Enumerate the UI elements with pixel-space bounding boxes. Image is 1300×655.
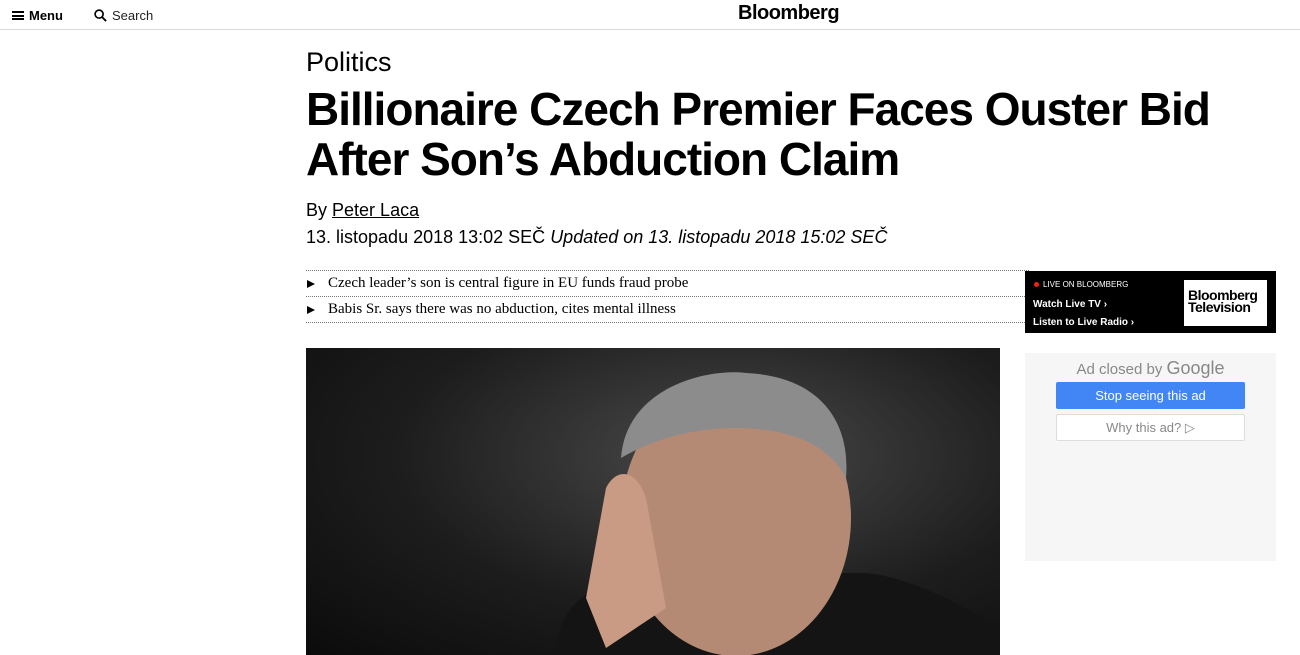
ad-closed-notice: Ad closed by Google: [1076, 358, 1225, 378]
author-link[interactable]: Peter Laca: [332, 200, 419, 220]
top-navigation-bar: Menu Search Bloomberg: [0, 0, 1300, 30]
summary-bullet-text: Czech leader’s son is central figure in …: [328, 275, 689, 291]
search-icon: [94, 9, 107, 22]
search-label: Search: [112, 8, 154, 23]
live-dot-icon: [1034, 282, 1039, 287]
lead-photo: [306, 348, 1000, 655]
menu-label: Menu: [29, 8, 63, 23]
ad-slot: Ad closed by Google Stop seeing this ad …: [1025, 353, 1276, 561]
hamburger-icon: [12, 11, 24, 20]
bullet-triangle-icon: [307, 279, 315, 288]
dateline: 13. listopadu 2018 13:02 SEČ Updated on 1…: [306, 227, 887, 248]
summary-bullets: Czech leader’s son is central figure in …: [306, 270, 1029, 323]
why-this-ad-button[interactable]: Why this ad? ▷: [1056, 414, 1245, 441]
updated-date: Updated on 13. listopadu 2018 15:02 SEČ: [550, 227, 888, 247]
bullet-triangle-icon: [307, 305, 315, 314]
summary-bullet: Babis Sr. says there was no abduction, c…: [306, 297, 1029, 323]
byline-prefix: By: [306, 200, 328, 220]
bloomberg-television-logo[interactable]: Bloomberg Television: [1184, 280, 1267, 326]
summary-bullet-text: Babis Sr. says there was no abduction, c…: [328, 301, 676, 317]
listen-live-radio-link[interactable]: Listen to Live Radio ›: [1033, 317, 1134, 328]
search-button[interactable]: Search: [94, 8, 153, 23]
bloomberg-logo[interactable]: Bloomberg: [738, 2, 840, 25]
live-label: LIVE ON BLOOMBERG: [1034, 280, 1128, 289]
published-date: 13. listopadu 2018 13:02 SEČ: [306, 227, 546, 247]
section-kicker[interactable]: Politics: [306, 47, 392, 78]
watch-live-tv-link[interactable]: Watch Live TV ›: [1033, 299, 1107, 310]
byline: By Peter Laca: [306, 200, 419, 221]
stop-seeing-ad-button[interactable]: Stop seeing this ad: [1056, 382, 1245, 409]
menu-button[interactable]: Menu: [12, 8, 63, 23]
summary-bullet: Czech leader’s son is central figure in …: [306, 271, 1029, 297]
article-headline: Billionaire Czech Premier Faces Ouster B…: [306, 83, 1211, 185]
google-logo: Google: [1166, 358, 1225, 378]
portrait-photo-placeholder: [556, 372, 1000, 655]
